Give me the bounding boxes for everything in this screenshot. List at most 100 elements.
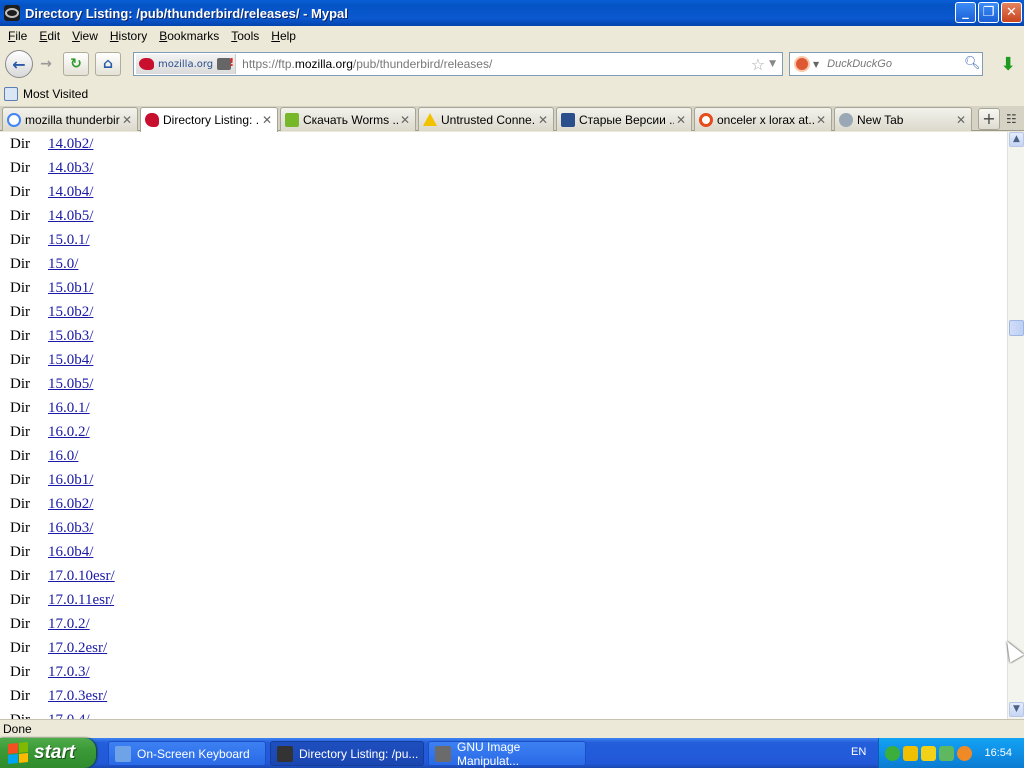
warning-icon xyxy=(423,113,437,126)
menu-edit[interactable]: Edit xyxy=(33,29,66,43)
torrent-icon[interactable] xyxy=(885,745,900,761)
directory-link[interactable]: 17.0.10esr/ xyxy=(48,568,115,585)
directory-link[interactable]: 15.0.1/ xyxy=(48,232,90,249)
url-text[interactable]: https://ftp.mozilla.org/pub/thunderbird/… xyxy=(242,57,751,71)
scroll-up-icon[interactable]: ▲ xyxy=(1009,132,1024,147)
search-icon[interactable]: 🔍︎ xyxy=(964,57,981,71)
close-button[interactable]: ✕ xyxy=(1001,2,1022,23)
star-icon[interactable]: ☆ xyxy=(751,55,765,74)
download-icon[interactable]: ⬇ xyxy=(998,56,1018,74)
taskbar-item-directory-listing[interactable]: Directory Listing: /pu... xyxy=(270,741,424,766)
new-tab-button[interactable]: + xyxy=(978,108,1000,130)
tools-icon[interactable] xyxy=(903,745,918,761)
tab-old-versions[interactable]: Старые Версии ... ✕ xyxy=(556,107,692,131)
taskbar: start On-Screen Keyboard Directory Listi… xyxy=(0,738,1024,768)
url-dropdown-icon[interactable]: ▼ xyxy=(769,59,776,69)
close-tab-icon[interactable]: ✕ xyxy=(398,113,412,127)
utorrent-icon xyxy=(285,112,299,127)
directory-link[interactable]: 14.0b2/ xyxy=(48,136,93,153)
directory-link[interactable]: 17.0.2/ xyxy=(48,616,90,633)
close-tab-icon[interactable]: ✕ xyxy=(120,113,134,127)
most-visited-bookmark[interactable]: Most Visited xyxy=(23,87,88,101)
tab-worms[interactable]: Скачать Worms ... ✕ xyxy=(280,107,416,131)
scroll-down-icon[interactable]: ▼ xyxy=(1009,702,1024,717)
directory-link[interactable]: 17.0.3/ xyxy=(48,664,90,681)
directory-link[interactable]: 14.0b4/ xyxy=(48,184,93,201)
menu-history[interactable]: History xyxy=(104,29,153,43)
entry-type: Dir xyxy=(10,567,30,584)
search-input[interactable]: DuckDuckGo xyxy=(827,58,964,70)
network-icon[interactable] xyxy=(939,745,954,761)
listing-row: Dir 14.0b5/ xyxy=(10,206,93,226)
directory-link[interactable]: 15.0/ xyxy=(48,256,78,273)
vertical-scrollbar[interactable]: ▲ ▼ xyxy=(1007,132,1024,719)
status-bar: Done xyxy=(0,719,1024,738)
menu-file[interactable]: File xyxy=(2,29,33,43)
directory-link[interactable]: 15.0b2/ xyxy=(48,304,93,321)
directory-link[interactable]: 16.0b1/ xyxy=(48,472,93,489)
start-button[interactable]: start xyxy=(0,738,96,768)
reload-icon[interactable]: ↻ xyxy=(63,52,89,76)
directory-link[interactable]: 17.0.4/ xyxy=(48,712,90,720)
list-all-tabs-icon[interactable]: ☷ xyxy=(1006,112,1020,126)
directory-link[interactable]: 14.0b3/ xyxy=(48,160,93,177)
forward-icon[interactable]: → xyxy=(35,53,57,75)
directory-link[interactable]: 17.0.2esr/ xyxy=(48,640,107,657)
url-bar[interactable]: mozilla.org https://ftp.mozilla.org/pub/… xyxy=(133,52,783,76)
directory-link[interactable]: 17.0.11esr/ xyxy=(48,592,114,609)
close-tab-icon[interactable]: ✕ xyxy=(814,113,828,127)
close-tab-icon[interactable]: ✕ xyxy=(674,113,688,127)
home-icon[interactable]: ⌂ xyxy=(95,52,121,76)
listing-row: Dir 15.0b4/ xyxy=(10,350,93,370)
entry-type: Dir xyxy=(10,159,30,176)
directory-link[interactable]: 16.0b3/ xyxy=(48,520,93,537)
directory-link[interactable]: 16.0.2/ xyxy=(48,424,90,441)
menu-tools[interactable]: Tools xyxy=(225,29,265,43)
minimize-button[interactable]: _ xyxy=(955,2,976,23)
back-icon[interactable]: ← xyxy=(5,50,33,78)
duckduckgo-icon[interactable] xyxy=(794,56,810,72)
taskbar-item-on-screen-keyboard[interactable]: On-Screen Keyboard xyxy=(108,741,266,766)
close-tab-icon[interactable]: ✕ xyxy=(260,113,274,127)
site-identity-button[interactable]: mozilla.org xyxy=(136,54,237,74)
listing-row: Dir 16.0b1/ xyxy=(10,470,93,490)
tab-onceler[interactable]: onceler x lorax at... ✕ xyxy=(694,107,832,131)
directory-link[interactable]: 16.0/ xyxy=(48,448,78,465)
tab-new-tab[interactable]: New Tab ✕ xyxy=(834,107,972,131)
taskbar-item-gimp[interactable]: GNU Image Manipulat... xyxy=(428,740,586,768)
close-tab-icon[interactable]: ✕ xyxy=(536,113,550,127)
task-label: On-Screen Keyboard xyxy=(137,746,250,761)
search-engine-dropdown-icon[interactable]: ▼ xyxy=(813,60,819,69)
menu-help[interactable]: Help xyxy=(265,29,302,43)
directory-link[interactable]: 15.0b1/ xyxy=(48,280,93,297)
windows-logo-icon xyxy=(8,741,28,765)
listing-row: Dir 16.0b4/ xyxy=(10,542,93,562)
directory-link[interactable]: 16.0b2/ xyxy=(48,496,93,513)
menu-bookmarks[interactable]: Bookmarks xyxy=(153,29,225,43)
entry-type: Dir xyxy=(10,399,30,416)
directory-link[interactable]: 16.0.1/ xyxy=(48,400,90,417)
directory-link[interactable]: 15.0b4/ xyxy=(48,352,93,369)
language-indicator[interactable]: EN xyxy=(851,746,866,758)
search-icon[interactable] xyxy=(957,745,972,761)
search-bar[interactable]: ▼ DuckDuckGo 🔍︎ xyxy=(789,52,983,76)
tab-mozilla-thunderbird[interactable]: mozilla thunderbir... ✕ xyxy=(2,107,138,131)
tab-label: Скачать Worms ... xyxy=(303,112,398,127)
tab-directory-listing[interactable]: Directory Listing: ... ✕ xyxy=(140,107,278,132)
listing-row: Dir 17.0.11esr/ xyxy=(10,590,114,610)
directory-link[interactable]: 15.0b5/ xyxy=(48,376,93,393)
listing-row: Dir 15.0.1/ xyxy=(10,230,90,250)
menu-view[interactable]: View xyxy=(66,29,104,43)
directory-link[interactable]: 16.0b4/ xyxy=(48,544,93,561)
scrollbar-thumb[interactable] xyxy=(1009,320,1024,336)
listing-row: Dir 15.0/ xyxy=(10,254,78,274)
tab-untrusted-connection[interactable]: Untrusted Conne... ✕ xyxy=(418,107,554,131)
url-prefix: https://ftp. xyxy=(242,57,295,71)
shield-icon[interactable] xyxy=(921,745,936,761)
directory-link[interactable]: 14.0b5/ xyxy=(48,208,93,225)
maximize-button[interactable]: ❐ xyxy=(978,2,999,23)
close-tab-icon[interactable]: ✕ xyxy=(954,113,968,127)
app-icon[interactable] xyxy=(4,5,20,21)
directory-link[interactable]: 17.0.3esr/ xyxy=(48,688,107,705)
directory-link[interactable]: 15.0b3/ xyxy=(48,328,93,345)
